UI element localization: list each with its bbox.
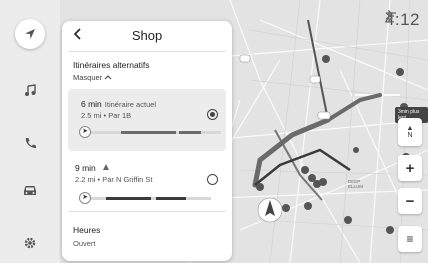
nav-screen: DEEP ELLUM 4:12 3min plus lent ▲ N + − ≡… [0, 0, 428, 263]
toll-icon [103, 164, 110, 170]
route-option-1[interactable]: 6 min Itinéraire actuel 2.5 mi • Par 1B ➤ [68, 89, 226, 151]
car-icon [24, 186, 36, 195]
settings-button[interactable] [15, 228, 45, 258]
settings-gear-icon [24, 237, 36, 249]
phone-icon [25, 138, 36, 148]
status-bar: 4:12 [385, 10, 420, 30]
menu-button[interactable]: ≡ [398, 226, 422, 252]
section-title: Itinéraires alternatifs [73, 60, 150, 70]
side-rail [0, 0, 60, 263]
panel-header: Shop [62, 21, 232, 51]
svg-text:ELLUM: ELLUM [348, 184, 363, 189]
hours-value: Ouvert [73, 239, 96, 248]
panel-title: Shop [131, 28, 163, 43]
route-progress-bar [81, 131, 221, 134]
zoom-in-button[interactable]: + [398, 155, 422, 181]
route-time-value: 9 min [75, 163, 96, 173]
route-progress-bar [81, 197, 211, 200]
divider [68, 211, 226, 212]
bluetooth-icon [385, 10, 393, 22]
chevron-up-icon [104, 75, 112, 80]
current-position-marker [257, 197, 283, 223]
compass-letter: N [407, 132, 413, 139]
route-panel: Shop Itinéraires alternatifs Masquer 6 m… [62, 21, 232, 261]
route-radio[interactable] [207, 174, 218, 185]
zoom-out-button[interactable]: − [398, 188, 422, 214]
compass-icon: ▲ [406, 125, 414, 132]
navigation-arrow-icon [25, 29, 35, 39]
divider [68, 51, 226, 52]
menu-icon: ≡ [406, 232, 414, 246]
route-start-marker: ➤ [79, 192, 91, 204]
route-time: 6 min Itinéraire actuel [81, 99, 156, 109]
route-note: Itinéraire actuel [104, 100, 157, 109]
vehicle-button[interactable] [15, 175, 45, 205]
navigation-button[interactable] [15, 19, 45, 49]
route-details: 2.5 mi • Par 1B [81, 111, 132, 120]
hours-title: Heures [73, 225, 101, 235]
route-radio-selected[interactable] [207, 109, 218, 120]
media-button[interactable] [15, 75, 45, 105]
phone-button[interactable] [15, 128, 45, 158]
compass-button[interactable]: ▲ N [398, 118, 422, 146]
route-time-value: 6 min [81, 99, 102, 109]
hide-toggle[interactable]: Masquer [73, 73, 112, 82]
music-note-icon [25, 84, 36, 96]
route-time: 9 min [75, 163, 110, 173]
route-details: 2.2 mi • Par N Griffin St [75, 175, 153, 184]
hide-label: Masquer [73, 73, 103, 82]
route-start-marker: ➤ [79, 126, 91, 138]
